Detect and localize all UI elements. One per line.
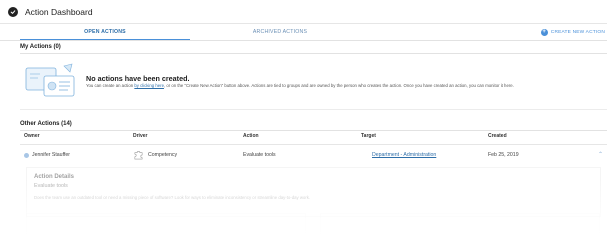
my-actions-title: My Actions (0) [20, 44, 61, 50]
driver-cell: Competency [148, 152, 178, 158]
action-details-name: Evaluate tools [34, 183, 68, 189]
action-cell: Evaluate tools [243, 152, 276, 158]
page-header: Action Dashboard [0, 0, 607, 24]
action-details-title: Action Details [34, 174, 75, 180]
status-dot-icon [24, 153, 29, 158]
other-actions-title: Other Actions (14) [20, 121, 72, 127]
tab-archived-actions[interactable]: ARCHIVED ACTIONS [190, 26, 370, 40]
divider [20, 130, 607, 131]
action-details-description: Does the team use an outdated tool or ne… [34, 195, 311, 200]
target-link[interactable]: Department - Administration [372, 152, 436, 158]
detail-card [320, 213, 600, 237]
create-action-link[interactable]: by clicking here [134, 83, 164, 88]
chevron-up-icon[interactable]: ⌃ [598, 151, 603, 158]
check-circle-icon [8, 6, 18, 17]
created-cell: Feb 25, 2019 [488, 152, 519, 158]
empty-state-title: No actions have been created. [86, 74, 190, 83]
owner-cell: Jennifer Stauffer [32, 152, 70, 158]
column-header-action[interactable]: Action [243, 133, 259, 139]
tab-bar: OPEN ACTIONS ARCHIVED ACTIONS [0, 26, 607, 40]
table-row[interactable]: Jennifer Stauffer Competency Evaluate to… [20, 144, 607, 166]
page-title: Action Dashboard [25, 6, 93, 17]
column-header-target[interactable]: Target [361, 133, 376, 139]
tab-open-actions[interactable]: OPEN ACTIONS [20, 26, 190, 40]
create-new-action-button[interactable]: + CREATE NEW ACTION [540, 29, 605, 36]
column-header-created[interactable]: Created [488, 133, 507, 139]
empty-state-body: You can create an action by clicking her… [86, 83, 514, 88]
plus-circle-icon: + [540, 29, 548, 36]
empty-body-text: , or on the "Create New Action" button a… [163, 83, 514, 88]
column-header-owner[interactable]: Owner [24, 133, 40, 139]
empty-illustration-icon [25, 63, 75, 97]
divider [20, 53, 607, 54]
empty-body-text: You can create an action [86, 83, 135, 88]
action-details-panel: Action Details Evaluate tools Does the t… [26, 167, 601, 217]
create-new-action-label: CREATE NEW ACTION [550, 30, 605, 35]
column-header-driver[interactable]: Driver [133, 133, 147, 139]
empty-state-panel: No actions have been created. You can cr… [20, 56, 607, 110]
detail-card [26, 213, 306, 237]
puzzle-icon [134, 151, 143, 160]
divider [0, 40, 607, 41]
